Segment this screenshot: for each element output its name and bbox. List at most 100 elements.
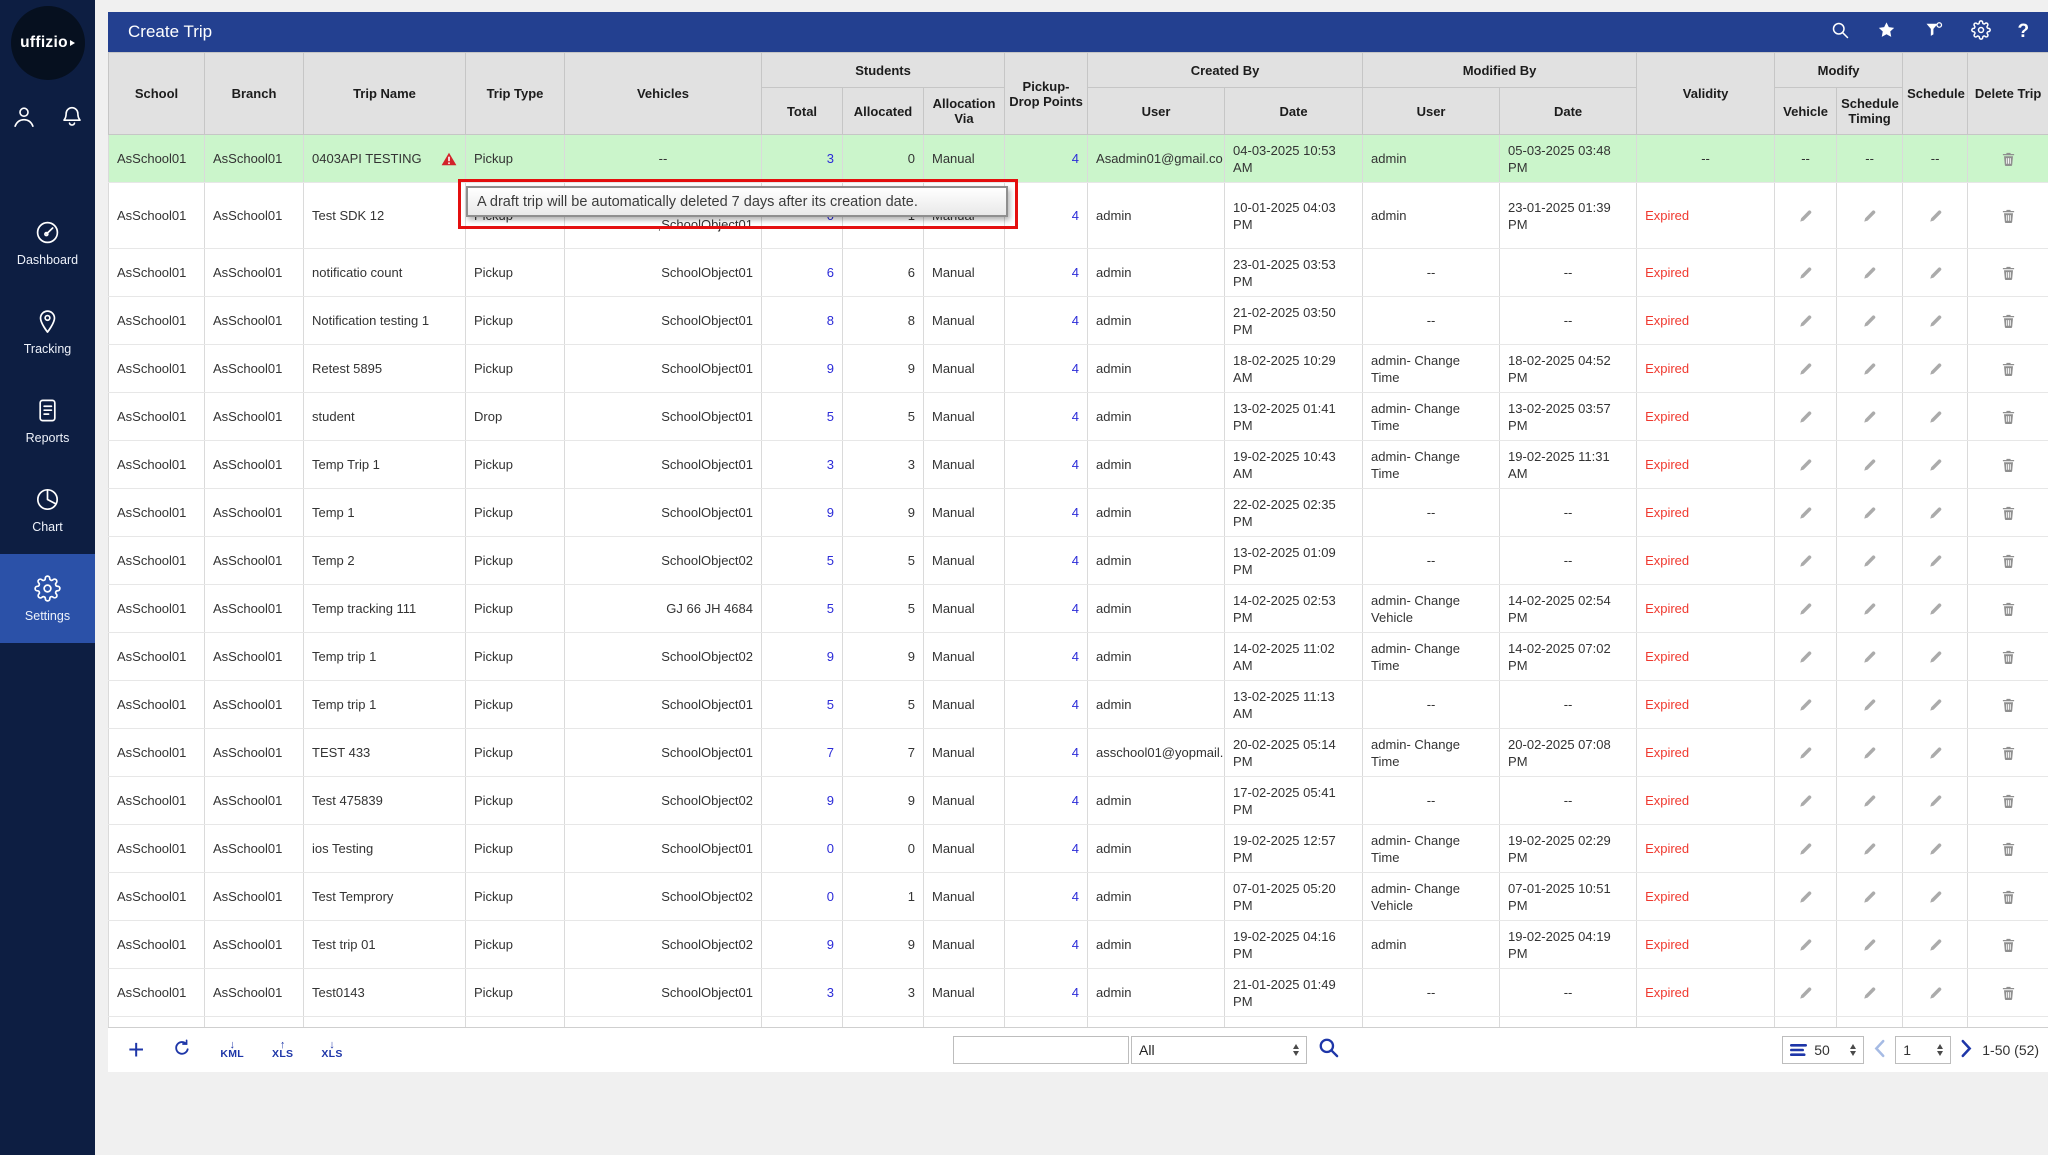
- cell-delete[interactable]: [1968, 183, 2048, 249]
- gear-icon[interactable]: [1971, 20, 1991, 45]
- cell-modify_vehicle[interactable]: [1775, 1017, 1837, 1028]
- cell-modify_vehicle[interactable]: [1775, 183, 1837, 249]
- edit-icon[interactable]: [1798, 458, 1813, 473]
- cell-total[interactable]: 5: [762, 681, 843, 729]
- edit-icon[interactable]: [1798, 506, 1813, 521]
- cell-delete[interactable]: [1968, 297, 2048, 345]
- cell-points[interactable]: 4: [1005, 183, 1088, 249]
- cell-total[interactable]: 8: [762, 297, 843, 345]
- delete-icon[interactable]: [2001, 457, 2016, 473]
- cell-modify_timing[interactable]: [1837, 537, 1903, 585]
- edit-icon[interactable]: [1798, 890, 1813, 905]
- edit-icon[interactable]: [1862, 986, 1877, 1001]
- sidebar-item-dashboard[interactable]: Dashboard: [0, 198, 95, 287]
- sidebar-item-settings[interactable]: Settings: [0, 554, 95, 643]
- cell-delete[interactable]: [1968, 921, 2048, 969]
- cell-points[interactable]: 4: [1005, 921, 1088, 969]
- cell-schedule[interactable]: [1903, 183, 1968, 249]
- cell-points[interactable]: 4: [1005, 633, 1088, 681]
- delete-icon[interactable]: [2001, 208, 2016, 224]
- cell-total[interactable]: 7: [762, 729, 843, 777]
- cell-schedule[interactable]: [1903, 297, 1968, 345]
- delete-icon[interactable]: [2001, 151, 2016, 167]
- edit-icon[interactable]: [1862, 746, 1877, 761]
- xls-download-button[interactable]: ↓ XLS: [321, 1041, 342, 1059]
- cell-modify_timing[interactable]: [1837, 825, 1903, 873]
- cell-total[interactable]: 5: [762, 1017, 843, 1028]
- edit-icon[interactable]: [1798, 410, 1813, 425]
- cell-total[interactable]: 9: [762, 345, 843, 393]
- cell-modify_vehicle[interactable]: [1775, 873, 1837, 921]
- delete-icon[interactable]: [2001, 841, 2016, 857]
- delete-icon[interactable]: [2001, 313, 2016, 329]
- page-size-select[interactable]: 50: [1782, 1036, 1864, 1064]
- cell-points[interactable]: 4: [1005, 825, 1088, 873]
- cell-schedule[interactable]: [1903, 729, 1968, 777]
- cell-modify_vehicle[interactable]: [1775, 825, 1837, 873]
- edit-icon[interactable]: [1798, 986, 1813, 1001]
- cell-points[interactable]: 4: [1005, 777, 1088, 825]
- cell-schedule[interactable]: [1903, 1017, 1968, 1028]
- edit-icon[interactable]: [1928, 986, 1943, 1001]
- table-search-input[interactable]: [953, 1036, 1129, 1064]
- cell-modify_vehicle[interactable]: [1775, 393, 1837, 441]
- cell-modify_vehicle[interactable]: [1775, 441, 1837, 489]
- cell-modify_vehicle[interactable]: [1775, 537, 1837, 585]
- delete-icon[interactable]: [2001, 889, 2016, 905]
- sidebar-item-chart[interactable]: Chart: [0, 465, 95, 554]
- search-column-select[interactable]: All: [1131, 1036, 1307, 1064]
- edit-icon[interactable]: [1798, 938, 1813, 953]
- edit-icon[interactable]: [1798, 794, 1813, 809]
- cell-modify_timing[interactable]: [1837, 633, 1903, 681]
- delete-icon[interactable]: [2001, 697, 2016, 713]
- edit-icon[interactable]: [1928, 938, 1943, 953]
- cell-total[interactable]: 9: [762, 921, 843, 969]
- prev-page-button[interactable]: [1873, 1039, 1886, 1061]
- cell-schedule[interactable]: [1903, 585, 1968, 633]
- cell-schedule[interactable]: [1903, 681, 1968, 729]
- cell-total[interactable]: 9: [762, 777, 843, 825]
- edit-icon[interactable]: [1928, 746, 1943, 761]
- delete-icon[interactable]: [2001, 937, 2016, 953]
- cell-delete[interactable]: [1968, 345, 2048, 393]
- cell-modify_timing[interactable]: [1837, 681, 1903, 729]
- cell-modify_timing[interactable]: [1837, 393, 1903, 441]
- cell-schedule[interactable]: [1903, 441, 1968, 489]
- cell-points[interactable]: 4: [1005, 585, 1088, 633]
- edit-icon[interactable]: [1862, 362, 1877, 377]
- cell-schedule[interactable]: [1903, 633, 1968, 681]
- cell-points[interactable]: 4: [1005, 729, 1088, 777]
- edit-icon[interactable]: [1798, 698, 1813, 713]
- edit-icon[interactable]: [1928, 410, 1943, 425]
- edit-icon[interactable]: [1928, 458, 1943, 473]
- next-page-button[interactable]: [1960, 1039, 1973, 1061]
- edit-icon[interactable]: [1798, 314, 1813, 329]
- cell-delete[interactable]: [1968, 633, 2048, 681]
- cell-modify_vehicle[interactable]: [1775, 681, 1837, 729]
- edit-icon[interactable]: [1862, 794, 1877, 809]
- edit-icon[interactable]: [1928, 554, 1943, 569]
- edit-icon[interactable]: [1862, 602, 1877, 617]
- delete-icon[interactable]: [2001, 985, 2016, 1001]
- cell-total[interactable]: 3: [762, 441, 843, 489]
- edit-icon[interactable]: [1928, 602, 1943, 617]
- bell-icon[interactable]: [59, 104, 85, 135]
- cell-modify_vehicle[interactable]: [1775, 969, 1837, 1017]
- cell-total[interactable]: 9: [762, 633, 843, 681]
- edit-icon[interactable]: [1862, 890, 1877, 905]
- delete-icon[interactable]: [2001, 505, 2016, 521]
- filter-icon[interactable]: [1923, 20, 1945, 45]
- cell-total[interactable]: 3: [762, 135, 843, 183]
- edit-icon[interactable]: [1862, 314, 1877, 329]
- cell-points[interactable]: 4: [1005, 489, 1088, 537]
- cell-modify_timing[interactable]: [1837, 489, 1903, 537]
- cell-total[interactable]: 5: [762, 393, 843, 441]
- edit-icon[interactable]: [1798, 362, 1813, 377]
- cell-total[interactable]: 0: [762, 873, 843, 921]
- cell-delete[interactable]: [1968, 777, 2048, 825]
- edit-icon[interactable]: [1928, 698, 1943, 713]
- edit-icon[interactable]: [1798, 842, 1813, 857]
- edit-icon[interactable]: [1928, 314, 1943, 329]
- cell-delete[interactable]: [1968, 393, 2048, 441]
- edit-icon[interactable]: [1862, 698, 1877, 713]
